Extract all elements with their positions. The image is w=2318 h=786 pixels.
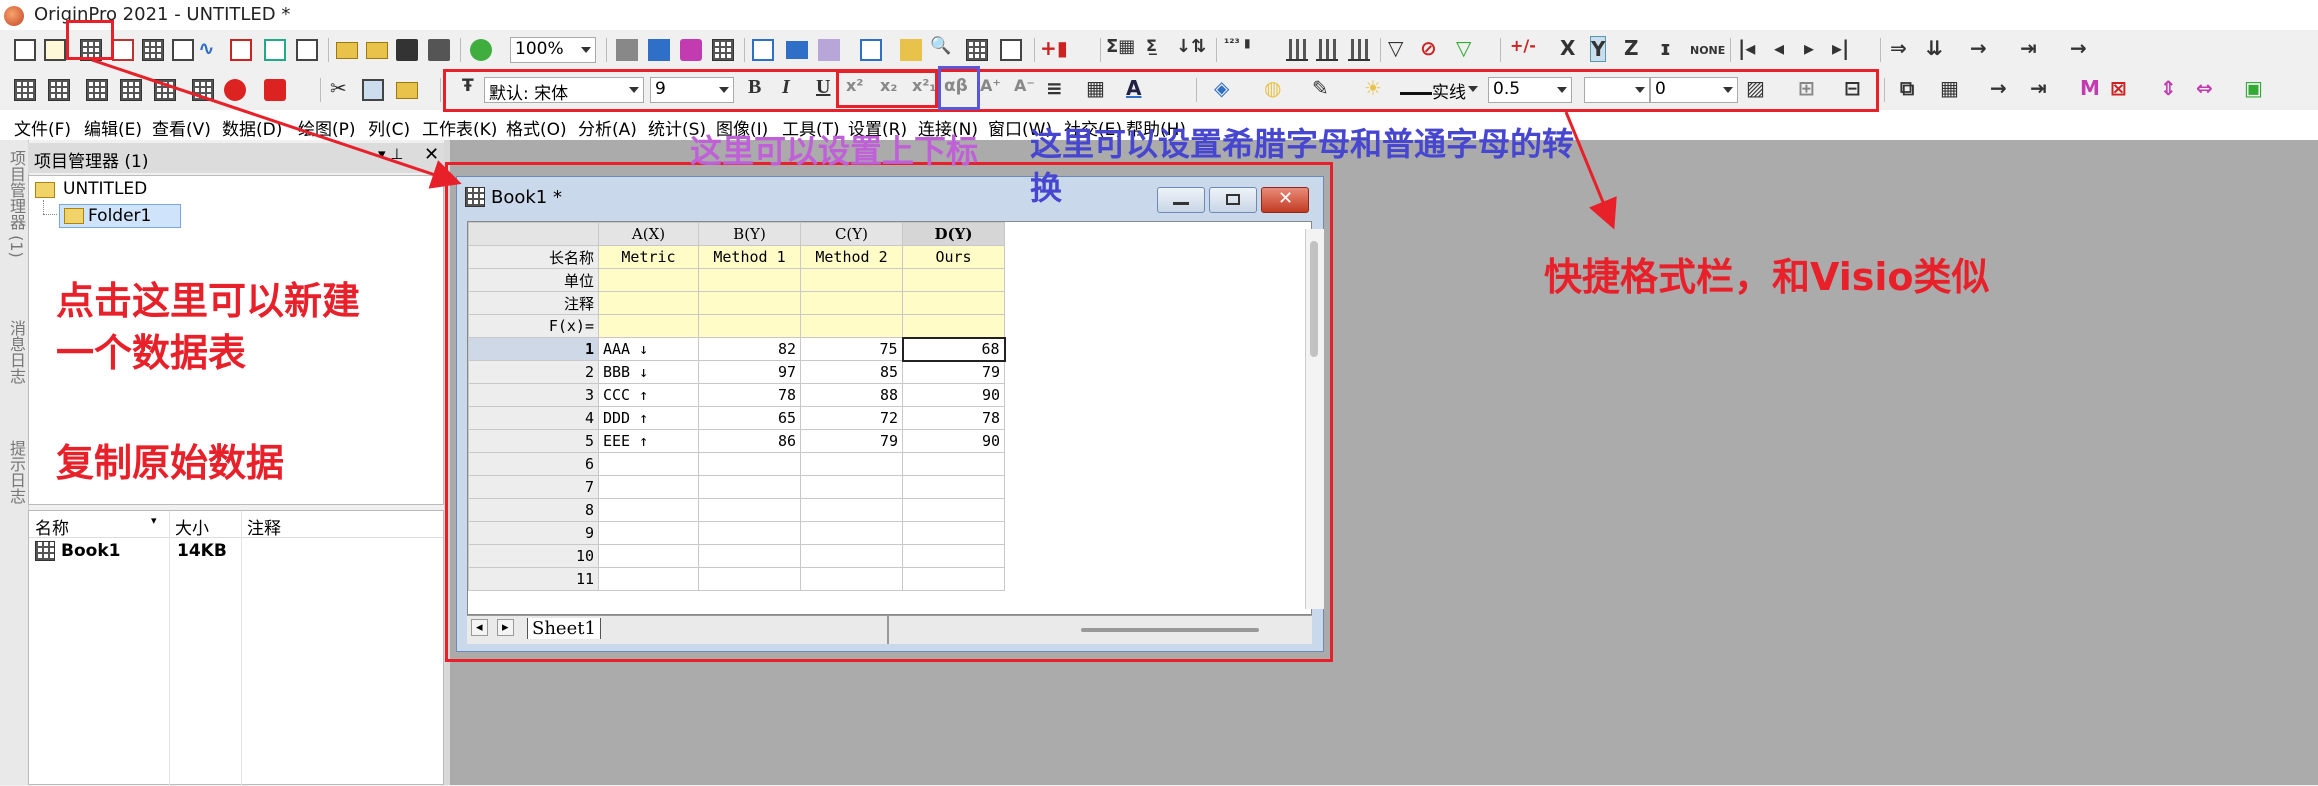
arrow-to-book	[91, 58, 462, 189]
annotation-arrows	[91, 58, 1617, 230]
annotation-greek: 这里可以设置希腊字母和普通字母的转换	[1030, 125, 1575, 207]
annotation-copy-data: 复制原始数据	[56, 441, 285, 485]
annotation-format-bar: 快捷格式栏，和Visio类似	[1544, 255, 1990, 299]
annotation-new-sheet: 点击这里可以新建一个数据表	[56, 279, 361, 375]
annotation-superscript: 这里可以设置上下标	[690, 132, 979, 170]
